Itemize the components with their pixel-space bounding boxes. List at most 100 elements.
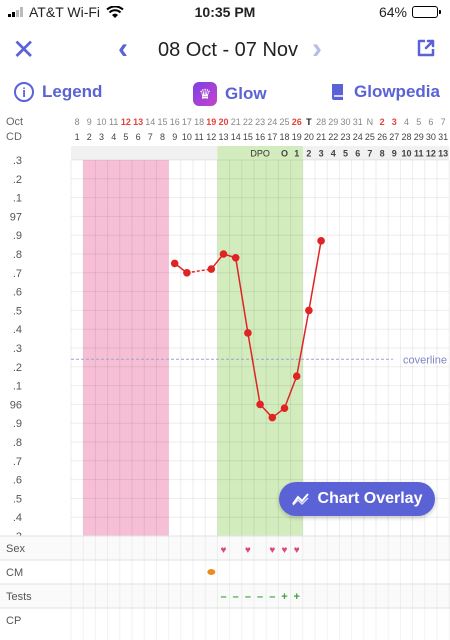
cycle-day-label: 21 [316,132,326,142]
date-label: 20 [218,117,228,127]
cycle-day-label: 3 [99,132,104,142]
share-button[interactable] [416,38,436,58]
status-bar: AT&T Wi-Fi 10:35 PM 64% [0,0,450,26]
test-result-mark: – [220,591,226,603]
cycle-day-label: 17 [267,132,277,142]
cycle-day-label: 11 [194,132,203,142]
dpo-value: 8 [380,149,385,159]
cycle-day-label: 10 [182,132,192,142]
date-label: 19 [206,117,216,127]
cycle-day-label: 22 [328,132,338,142]
dpo-label: DPO [250,149,270,159]
date-label: 6 [428,117,433,127]
chart-overlay-button[interactable]: Chart Overlay [279,482,435,516]
dpo-value: 4 [331,149,336,159]
cycle-day-label: 23 [340,132,350,142]
crown-icon: ♛ [193,82,217,106]
glowpedia-tab[interactable]: Glowpedia [330,82,440,102]
date-label: 5 [416,117,421,127]
date-label: 26 [292,117,302,127]
dpo-value: 6 [355,149,360,159]
y-axis-label: .6 [13,287,22,299]
date-label: 2 [380,117,385,127]
log-row-bg [0,608,450,632]
cycle-day-label: 12 [206,132,216,142]
close-icon: ✕ [12,34,36,65]
date-label: 3 [392,117,397,127]
temperature-point [170,259,179,268]
chevron-left-icon: ‹ [118,32,128,65]
cycle-day-label: 20 [304,132,314,142]
y-axis-label: .1 [13,193,22,205]
cycle-day-label: 25 [365,132,375,142]
heart-icon: ♥ [221,545,227,556]
dpo-value: 1 [294,149,299,159]
heart-icon: ♥ [282,545,288,556]
legend-tab[interactable]: i Legend [14,82,102,102]
date-label: 14 [145,117,155,127]
month-label: Oct [6,116,23,128]
temperature-point [280,404,289,412]
date-label: 16 [170,117,180,127]
dpo-value: 9 [392,149,397,159]
date-label: 30 [340,117,350,127]
date-label: 23 [255,117,265,127]
date-label: 9 [87,117,92,127]
dpo-value: 5 [343,149,348,159]
y-axis-label: .2 [13,362,22,374]
date-label: 4 [404,117,409,127]
date-label: 22 [243,117,253,127]
dpo-value: 13 [438,149,448,159]
cycle-day-label: 7 [148,132,153,142]
cycle-day-label: 18 [279,132,289,142]
cycle-day-label: 13 [218,132,228,142]
cycle-day-label: 4 [111,132,116,142]
date-label: 31 [353,117,363,127]
cycle-day-label: 16 [255,132,265,142]
cervical-mucus-icon [207,569,216,575]
date-label: 13 [133,117,143,127]
y-axis-label: .1 [13,381,22,393]
date-label: N [367,117,374,127]
dpo-value: 10 [401,149,411,159]
date-label: 8 [75,117,80,127]
y-axis-label: .8 [13,437,22,449]
cycle-day-label: 19 [292,132,302,142]
dpo-value: 7 [367,149,372,159]
battery-status: 64% [379,4,441,20]
y-axis-label: .3 [13,155,22,167]
y-axis-label: .2 [13,174,22,186]
dpo-value: 11 [414,149,424,159]
temperature-point [317,237,325,245]
close-button[interactable]: ✕ [12,36,35,64]
log-row-bg [0,560,450,584]
next-range-button[interactable]: › [312,34,322,64]
cycle-day-label: 28 [401,132,411,142]
y-axis-label: .4 [13,324,22,336]
temperature-point [231,253,240,262]
chart-overlay-label: Chart Overlay [317,490,423,507]
y-axis-label: .9 [13,230,22,242]
date-label: 18 [194,117,204,127]
date-label: 15 [157,117,167,127]
date-label: 28 [316,117,326,127]
previous-range-button[interactable]: ‹ [118,34,128,64]
cycle-day-label: 14 [231,132,241,142]
chart-overlay-icon [291,493,309,506]
cycle-day-label: 26 [377,132,387,142]
bbt-chart-svg: OctCD8 9 10 11 12 13 14 15 16 17 18 19 20 21 22 23 24 25 2… [0,112,450,640]
info-icon: i [14,82,34,102]
log-row-label: CP [6,615,21,627]
date-range-title: 08 Oct - 07 Nov [157,39,299,61]
glow-tab[interactable]: ♛ Glow [193,82,267,106]
date-label: 7 [441,117,446,127]
temperature-point [305,306,313,315]
temperature-point [244,329,252,337]
y-axis-label: .7 [13,456,22,468]
dpo-value: O [281,149,288,159]
dpo-value: 3 [319,149,324,159]
cycle-day-label: 29 [414,132,424,142]
temperature-point [183,269,191,277]
heart-icon: ♥ [245,545,251,556]
test-result-mark: – [269,591,275,603]
